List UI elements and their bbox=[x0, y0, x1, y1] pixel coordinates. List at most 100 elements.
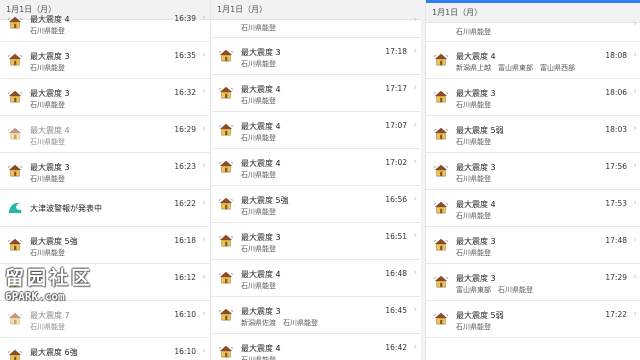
notification-region: 石川県能登 bbox=[456, 101, 491, 109]
quake-notification-row[interactable]: 最大震度 3 石川県能登 16:51 › bbox=[211, 223, 421, 260]
notification-list: 石川県能登 › 最大震度 4 新潟県上越 富山県東部 富山県西部 18:08 › 最大震度 … bbox=[426, 19, 640, 338]
notification-region: 新潟県上越 富山県東部 富山県西部 bbox=[456, 64, 575, 72]
notification-title: 最大震度 4 bbox=[241, 122, 281, 131]
quake-notification-row[interactable]: 最大震度 4 石川県能登 16:42 › bbox=[211, 334, 421, 360]
notification-time: 16:29 bbox=[174, 125, 196, 134]
house-quake-icon bbox=[218, 121, 234, 136]
quake-notification-row[interactable]: 最大震度 3 石川県能登 18:06 › bbox=[426, 79, 640, 116]
chevron-right-icon: › bbox=[413, 15, 417, 25]
quake-notification-row[interactable]: 最大震度 4 石川県能登 17:53 › bbox=[426, 190, 640, 227]
house-quake-icon bbox=[218, 343, 234, 358]
notification-title: 最大震度 5強 bbox=[30, 237, 78, 246]
chevron-right-icon: › bbox=[413, 305, 417, 315]
quake-notification-row[interactable]: 最大震度 3 石川県能登 17:48 › bbox=[426, 227, 640, 264]
chevron-right-icon: › bbox=[633, 19, 637, 29]
house-quake-icon bbox=[7, 125, 23, 140]
quake-notification-row[interactable]: 最大震度 3 石川県能登 16:23 › bbox=[0, 153, 210, 190]
notification-title: 最大震度 3 bbox=[456, 237, 496, 246]
chevron-right-icon: › bbox=[202, 87, 206, 97]
chevron-right-icon: › bbox=[633, 124, 637, 134]
quake-notification-row[interactable]: 最大震度 5強 石川県能登 16:18 › bbox=[0, 227, 210, 264]
quake-notification-row[interactable]: 最大震度 3 石川県能登 16:35 › bbox=[0, 42, 210, 79]
chevron-right-icon: › bbox=[202, 235, 206, 245]
notification-title: 最大震度 4 bbox=[30, 126, 70, 135]
quake-notification-row[interactable]: 最大震度 4 石川県能登 16:39 › bbox=[0, 5, 210, 42]
notification-region: 石川県能登 bbox=[456, 212, 491, 220]
chevron-right-icon: › bbox=[413, 46, 417, 56]
notification-list: 最大震度 4 石川県能登 16:39 › 最大震度 3 石川県能登 16:35 › 最大震度 3… bbox=[0, 5, 210, 360]
quake-notification-row[interactable]: 最大震度 7 石川県能登 16:10 › bbox=[0, 301, 210, 338]
notification-region: 石川県能登 bbox=[456, 28, 491, 36]
house-quake-icon bbox=[7, 162, 23, 177]
notification-time: 16:23 bbox=[174, 162, 196, 171]
house-quake-icon bbox=[218, 195, 234, 210]
quake-notification-row[interactable]: 石川県能登 › bbox=[426, 19, 640, 42]
tsunami-notification-row[interactable]: 大津波警報が発表中 16:22 › bbox=[0, 190, 210, 227]
date-header: 1月1日（月） bbox=[211, 0, 421, 20]
quake-notification-row[interactable]: 最大震度 3 富山県東部 石川県能登 17:29 › bbox=[426, 264, 640, 301]
notification-region: 石川県能登 bbox=[241, 134, 276, 142]
notification-time: 17:18 bbox=[385, 47, 407, 56]
notification-title: 最大震度 4 bbox=[241, 159, 281, 168]
quake-notification-row[interactable]: 最大震度 3 石川県能登 16:32 › bbox=[0, 79, 210, 116]
chevron-right-icon: › bbox=[413, 194, 417, 204]
chevron-right-icon: › bbox=[202, 50, 206, 60]
house-quake-icon bbox=[433, 310, 449, 325]
watermark: 留园社区 6PARK.com bbox=[5, 263, 113, 303]
chevron-right-icon: › bbox=[633, 235, 637, 245]
notification-time: 16:10 bbox=[174, 347, 196, 356]
chevron-right-icon: › bbox=[202, 13, 206, 23]
quake-notification-row[interactable]: 最大震度 3 石川県能登 17:56 › bbox=[426, 153, 640, 190]
notification-time: 17:22 bbox=[605, 310, 627, 319]
chevron-right-icon: › bbox=[202, 198, 206, 208]
notification-region: 石川県能登 bbox=[30, 323, 65, 331]
quake-notification-row[interactable]: 最大震度 4 石川県能登 17:02 › bbox=[211, 149, 421, 186]
chevron-right-icon: › bbox=[633, 161, 637, 171]
house-quake-icon bbox=[7, 236, 23, 251]
quake-notification-row[interactable]: 最大震度 5弱 石川県能登 18:03 › bbox=[426, 116, 640, 153]
notification-title: 最大震度 3 bbox=[241, 307, 281, 316]
house-quake-icon bbox=[218, 232, 234, 247]
house-quake-icon bbox=[433, 125, 449, 140]
notification-region: 石川県能登 bbox=[241, 97, 276, 105]
notification-time: 16:39 bbox=[174, 14, 196, 23]
notification-time: 16:18 bbox=[174, 236, 196, 245]
quake-notification-row[interactable]: 最大震度 4 石川県能登 16:29 › bbox=[0, 116, 210, 153]
notification-time: 16:42 bbox=[385, 343, 407, 352]
quake-notification-row[interactable]: 最大震度 4 新潟県上越 富山県東部 富山県西部 18:08 › bbox=[426, 42, 640, 79]
notification-title: 最大震度 4 bbox=[241, 344, 281, 353]
chevron-right-icon: › bbox=[202, 124, 206, 134]
notification-time: 17:02 bbox=[385, 158, 407, 167]
quake-notification-row[interactable]: 最大震度 4 石川県能登 17:07 › bbox=[211, 112, 421, 149]
quake-notification-row[interactable]: 最大震度 4 石川県能登 17:17 › bbox=[211, 75, 421, 112]
chevron-right-icon: › bbox=[202, 161, 206, 171]
notification-region: 石川県能登 bbox=[456, 323, 491, 331]
tsunami-wave-icon bbox=[8, 199, 22, 214]
notification-time: 16:32 bbox=[174, 88, 196, 97]
notification-title: 最大震度 3 bbox=[456, 89, 496, 98]
quake-notification-row[interactable]: 最大震度 6強石川県能登16:10› bbox=[0, 338, 210, 360]
notification-time: 16:35 bbox=[174, 51, 196, 60]
chevron-right-icon: › bbox=[633, 272, 637, 282]
chevron-right-icon: › bbox=[413, 231, 417, 241]
notification-column-2: 1月1日（月） 石川県能登 › 最大震度 3 石川県能登 17:18 › 最大震度 4 石川県… bbox=[210, 0, 421, 360]
quake-notification-row[interactable]: 最大震度 3 新潟県佐渡 石川県能登 16:45 › bbox=[211, 297, 421, 334]
quake-notification-row[interactable]: 最大震度 5弱 石川県能登 17:22 › bbox=[426, 301, 640, 338]
date-header: 1月1日（月） bbox=[426, 3, 640, 23]
watermark-url: 6PARK.com bbox=[5, 290, 65, 303]
quake-notification-row[interactable]: 石川県能登 › bbox=[211, 15, 421, 38]
notification-list: 石川県能登 › 最大震度 3 石川県能登 17:18 › 最大震度 4 石川県能登 17:17 ›… bbox=[211, 15, 421, 360]
quake-notification-row[interactable]: 最大震度 3 石川県能登 17:18 › bbox=[211, 38, 421, 75]
notification-region: 石川県能登 bbox=[30, 249, 65, 257]
notification-title: 最大震度 4 bbox=[456, 52, 496, 61]
notification-region: 石川県能登 bbox=[456, 138, 491, 146]
quake-notification-row[interactable]: 最大震度 5強 石川県能登 16:56 › bbox=[211, 186, 421, 223]
chevron-right-icon: › bbox=[413, 83, 417, 93]
notification-region: 石川県能登 bbox=[30, 175, 65, 183]
notification-title: 最大震度 4 bbox=[241, 85, 281, 94]
quake-notification-row[interactable]: 最大震度 4 石川県能登 16:48 › bbox=[211, 260, 421, 297]
notification-title: 最大震度 4 bbox=[456, 200, 496, 209]
notification-title: 最大震度 3 bbox=[30, 163, 70, 172]
notification-title: 最大震度 5強 bbox=[241, 196, 289, 205]
notification-region: 新潟県佐渡 石川県能登 bbox=[241, 319, 318, 327]
